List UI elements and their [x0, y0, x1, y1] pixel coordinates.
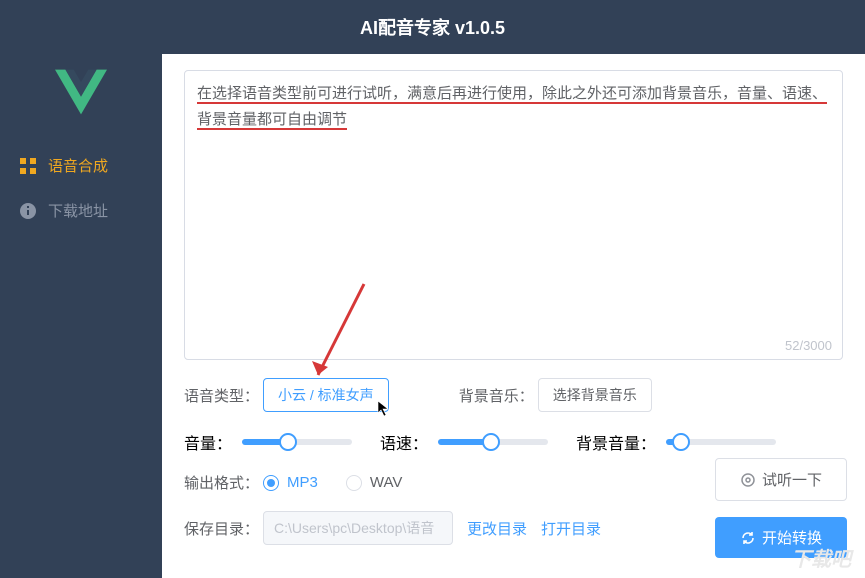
refresh-icon — [740, 530, 756, 546]
bgvolume-slider[interactable] — [666, 439, 776, 445]
speed-slider[interactable] — [438, 439, 548, 445]
bg-music-select[interactable]: 选择背景音乐 — [538, 378, 652, 412]
convert-button[interactable]: 开始转换 — [715, 517, 847, 558]
nav-tts[interactable]: 语音合成 — [0, 143, 162, 188]
speed-label: 语速： — [380, 430, 428, 454]
app-title: AI配音专家 v1.0.5 — [360, 14, 505, 40]
cursor-icon — [376, 400, 392, 423]
char-counter: 52/3000 — [785, 338, 832, 353]
nav-download[interactable]: 下载地址 — [0, 188, 162, 233]
voice-type-label: 语音类型： — [184, 385, 259, 406]
preview-button[interactable]: 试听一下 — [715, 458, 847, 501]
format-label: 输出格式： — [184, 472, 259, 493]
input-text: 在选择语音类型前可进行试听，满意后再进行使用，除此之外还可添加背景音乐，音量、语… — [197, 85, 827, 130]
volume-slider[interactable] — [242, 439, 352, 445]
main-panel: 在选择语音类型前可进行试听，满意后再进行使用，除此之外还可添加背景音乐，音量、语… — [162, 54, 865, 578]
savedir-label: 保存目录： — [184, 518, 259, 539]
format-wav-radio[interactable]: WAV — [346, 474, 403, 491]
open-dir-link[interactable]: 打开目录 — [541, 518, 601, 539]
volume-label: 音量： — [184, 430, 232, 454]
grid-icon — [18, 156, 38, 176]
bg-music-label: 背景音乐： — [459, 385, 534, 406]
app-header: AI配音专家 v1.0.5 — [0, 0, 865, 54]
text-input-area[interactable]: 在选择语音类型前可进行试听，满意后再进行使用，除此之外还可添加背景音乐，音量、语… — [184, 70, 843, 360]
savedir-input[interactable]: C:\Users\pc\Desktop\语音 — [263, 511, 453, 545]
gear-icon — [740, 472, 756, 488]
info-icon — [18, 201, 38, 221]
change-dir-link[interactable]: 更改目录 — [467, 518, 527, 539]
voice-type-select[interactable]: 小云 / 标准女声 — [263, 378, 389, 412]
bgvolume-label: 背景音量： — [576, 430, 656, 454]
nav-label: 下载地址 — [48, 200, 108, 221]
vue-logo — [0, 69, 162, 115]
sidebar: 语音合成 下载地址 — [0, 54, 162, 578]
nav-label: 语音合成 — [48, 155, 108, 176]
format-mp3-radio[interactable]: MP3 — [263, 474, 318, 491]
